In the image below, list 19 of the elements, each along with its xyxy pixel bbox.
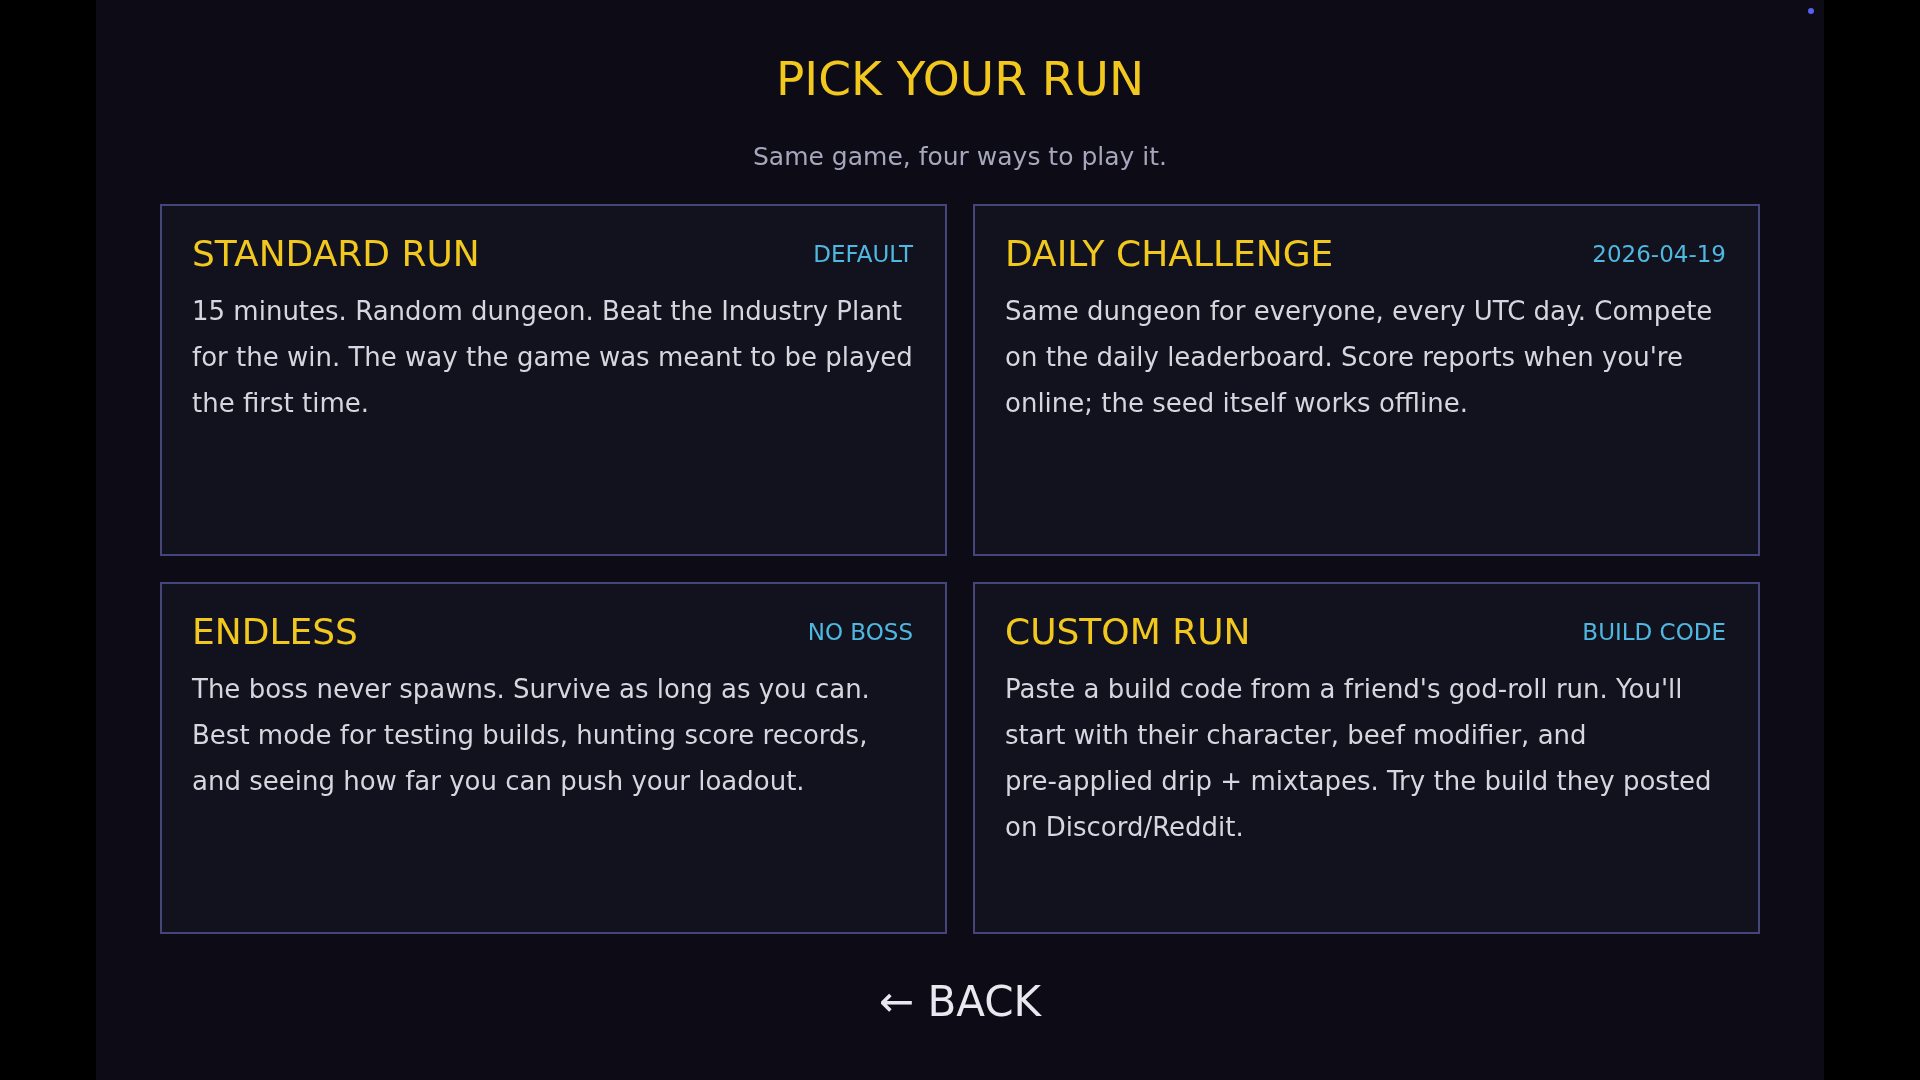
- mode-card[interactable]: DAILY CHALLENGE 2026-04-19 Same dungeon for everyone, every UTC day. Compete on the daily leaderboard. Score reports when you're online; the seed itself works offline.: [973, 204, 1760, 556]
- mode-card[interactable]: ENDLESS NO BOSS The boss never spawns. Survive as long as you can. Best mode for testing builds, hunting score records, and seeing how far you can push your loadout.: [160, 582, 947, 934]
- mode-tag: BUILD CODE: [1582, 618, 1726, 646]
- screen-subtitle: Same game, four ways to play it.: [753, 141, 1167, 173]
- mode-description: The boss never spawns. Survive as long as you can. Best mode for testing builds, hunting score records, and seeing how far you can push your loadout.: [192, 673, 871, 798]
- mode-card[interactable]: CUSTOM RUN BUILD CODE Paste a build code from a friend's god-roll run. You'll start with their character, beef modifier, and pre-applied drip + mixtapes. Try the build they posted on Discord/Reddit.: [973, 582, 1760, 934]
- mode-description: Paste a build code from a friend's god-roll run. You'll start with their character, beef modifier, and pre-applied drip + mixtapes. Try the build they posted on Discord/Reddit.: [1005, 673, 1713, 844]
- mode-title: STANDARD RUN: [192, 232, 480, 276]
- mode-card[interactable]: STANDARD RUN DEFAULT 15 minutes. Random dungeon. Beat the Industry Plant for the win. The way the game was meant to be played the first time.: [160, 204, 947, 556]
- mode-title: CUSTOM RUN: [1005, 610, 1251, 654]
- mode-title: DAILY CHALLENGE: [1005, 232, 1334, 276]
- mode-tag: NO BOSS: [807, 618, 913, 646]
- mode-description: Same dungeon for everyone, every UTC day. Compete on the daily leaderboard. Score reports when you're online; the seed itself works offline.: [1005, 295, 1714, 420]
- mode-tag: DEFAULT: [813, 240, 913, 268]
- mode-description: 15 minutes. Random dungeon. Beat the Industry Plant for the win. The way the game was meant to be played the first time.: [192, 295, 913, 420]
- back-button[interactable]: ← BACK: [862, 976, 1058, 1028]
- mode-title: ENDLESS: [192, 610, 358, 654]
- mode-tag: 2026-04-19: [1592, 240, 1726, 268]
- screen-title: PICK YOUR RUN: [775, 50, 1145, 108]
